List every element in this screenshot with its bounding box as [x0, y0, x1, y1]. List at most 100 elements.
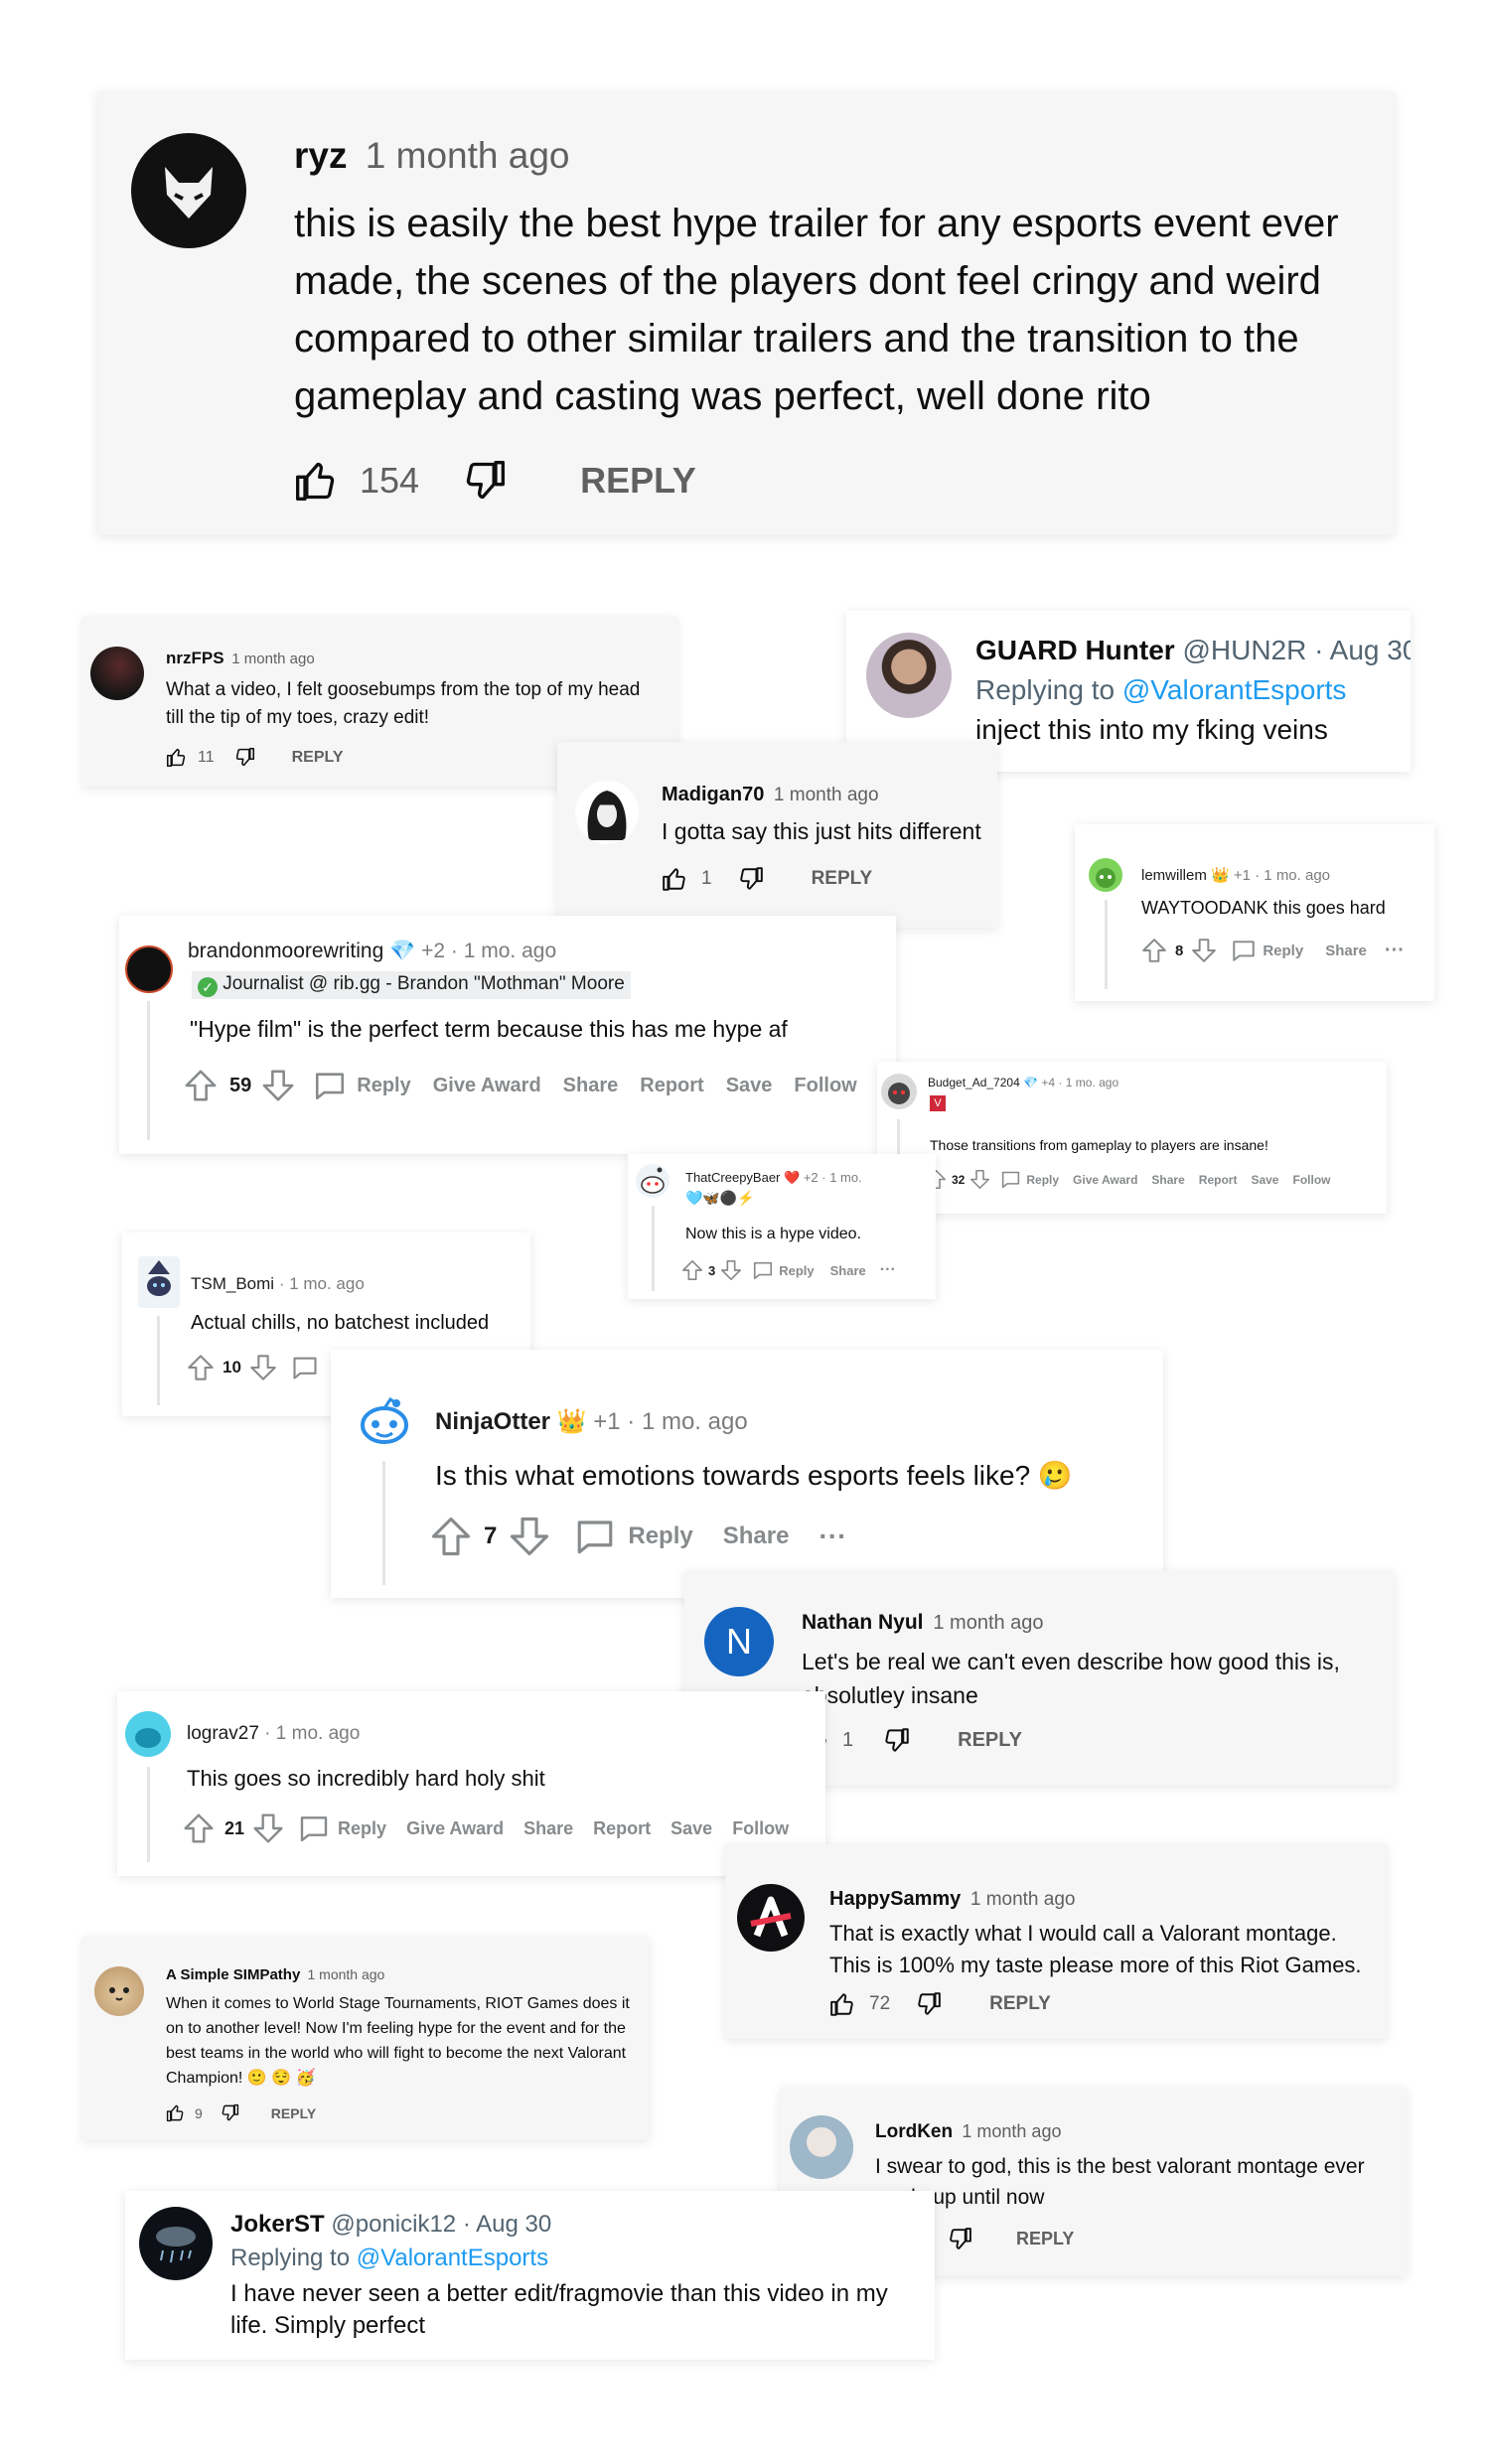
like-icon[interactable]: [662, 866, 687, 892]
timestamp[interactable]: · 1 mo. ago: [279, 1274, 365, 1293]
timestamp[interactable]: · 1 mo. ago: [264, 1723, 360, 1744]
reply-button[interactable]: REPLY: [989, 1993, 1051, 2015]
username[interactable]: nrzFPS: [166, 649, 224, 667]
downvote-icon[interactable]: [1191, 938, 1217, 963]
username[interactable]: ThatCreepyBaer: [685, 1170, 780, 1185]
downvote-icon[interactable]: [720, 1259, 742, 1281]
comment-icon[interactable]: [1231, 938, 1257, 963]
avatar[interactable]: [131, 133, 246, 248]
downvote-icon[interactable]: [252, 1812, 284, 1844]
avatar[interactable]: [790, 2115, 853, 2179]
comment-icon[interactable]: [1000, 1169, 1021, 1190]
share-button[interactable]: Share: [1151, 1173, 1184, 1187]
save-button[interactable]: Save: [726, 1075, 773, 1097]
upvote-icon[interactable]: [430, 1516, 472, 1557]
username[interactable]: A Simple SIMPathy: [166, 1966, 300, 1983]
save-button[interactable]: Save: [1251, 1173, 1278, 1187]
dislike-icon[interactable]: [738, 866, 764, 892]
thread-line[interactable]: [147, 1001, 150, 1140]
follow-button[interactable]: Follow: [794, 1075, 856, 1097]
follow-button[interactable]: Follow: [1292, 1173, 1330, 1187]
timestamp[interactable]: 1 month ago: [774, 785, 879, 805]
timestamp[interactable]: 1 month ago: [962, 2121, 1061, 2141]
handle-and-date[interactable]: @HUN2R · Aug 30: [1182, 635, 1411, 665]
upvote-icon[interactable]: [1141, 938, 1167, 963]
avatar[interactable]: [90, 647, 144, 700]
report-button[interactable]: Report: [640, 1075, 703, 1097]
report-button[interactable]: Report: [593, 1818, 651, 1839]
reply-button[interactable]: REPLY: [271, 2105, 316, 2121]
follow-button[interactable]: Follow: [732, 1818, 789, 1839]
avatar[interactable]: [636, 1164, 670, 1198]
username[interactable]: NinjaOtter: [435, 1408, 550, 1435]
avatar[interactable]: [138, 1256, 180, 1308]
reply-button[interactable]: REPLY: [580, 460, 696, 502]
reply-button[interactable]: Reply: [1026, 1173, 1059, 1187]
avatar[interactable]: [94, 1966, 144, 2016]
downvote-icon[interactable]: [261, 1069, 295, 1102]
give-award-button[interactable]: Give Award: [433, 1075, 541, 1097]
avatar[interactable]: [139, 2207, 213, 2280]
username[interactable]: lograv27: [187, 1723, 259, 1744]
username[interactable]: brandonmoorewriting: [188, 940, 383, 962]
comment-icon[interactable]: [298, 1812, 330, 1844]
share-button[interactable]: Share: [723, 1522, 790, 1550]
avatar[interactable]: [125, 1711, 171, 1757]
avatar[interactable]: [866, 633, 952, 718]
avatar[interactable]: [125, 945, 173, 993]
dislike-icon[interactable]: [916, 1991, 942, 2017]
like-icon[interactable]: [829, 1991, 855, 2017]
username[interactable]: Madigan70: [662, 784, 764, 805]
timestamp[interactable]: 1 month ago: [231, 651, 314, 667]
comment-icon[interactable]: [291, 1354, 319, 1381]
display-name[interactable]: GUARD Hunter: [975, 635, 1175, 665]
timestamp[interactable]: +1 · 1 mo. ago: [1234, 867, 1330, 884]
username[interactable]: Nathan Nyul: [802, 1611, 924, 1634]
upvote-icon[interactable]: [187, 1354, 215, 1381]
upvote-icon[interactable]: [184, 1069, 218, 1102]
dislike-icon[interactable]: [883, 1727, 910, 1754]
reply-button[interactable]: REPLY: [812, 868, 873, 890]
username[interactable]: ryz: [294, 135, 347, 176]
downvote-icon[interactable]: [249, 1354, 277, 1381]
share-button[interactable]: Share: [830, 1263, 866, 1278]
reply-button[interactable]: Reply: [357, 1075, 410, 1097]
thread-line[interactable]: [652, 1206, 655, 1291]
reply-button[interactable]: REPLY: [958, 1729, 1022, 1752]
avatar[interactable]: [357, 1393, 412, 1449]
timestamp[interactable]: +1 · 1 mo. ago: [593, 1408, 747, 1435]
timestamp[interactable]: 1 month ago: [307, 1966, 384, 1982]
username[interactable]: HappySammy: [829, 1888, 961, 1910]
give-award-button[interactable]: Give Award: [406, 1818, 504, 1839]
thread-line[interactable]: [382, 1461, 385, 1585]
timestamp[interactable]: +2 · 1 mo. ago: [421, 940, 556, 962]
timestamp[interactable]: +4 · 1 mo. ago: [1041, 1076, 1118, 1089]
avatar[interactable]: [1089, 858, 1122, 892]
dislike-icon[interactable]: [948, 2227, 972, 2251]
share-button[interactable]: Share: [563, 1075, 619, 1097]
comment-icon[interactable]: [313, 1069, 347, 1102]
reply-button[interactable]: REPLY: [292, 749, 344, 767]
reply-button[interactable]: Reply: [338, 1818, 386, 1839]
more-options-icon[interactable]: ···: [1385, 940, 1405, 962]
give-award-button[interactable]: Give Award: [1073, 1173, 1137, 1187]
reply-button[interactable]: REPLY: [1016, 2229, 1074, 2249]
avatar[interactable]: N: [704, 1607, 774, 1676]
thread-line[interactable]: [1105, 900, 1108, 989]
like-icon[interactable]: [294, 459, 338, 503]
upvote-icon[interactable]: [681, 1259, 703, 1281]
thread-line[interactable]: [147, 1767, 150, 1862]
avatar[interactable]: [881, 1074, 917, 1109]
display-name[interactable]: JokerST: [230, 2211, 325, 2238]
like-icon[interactable]: [166, 2103, 185, 2122]
thread-line[interactable]: [157, 1316, 160, 1405]
comment-icon[interactable]: [752, 1259, 774, 1281]
mention-link[interactable]: @ValorantEsports: [357, 2245, 548, 2271]
username[interactable]: Budget_Ad_7204: [928, 1076, 1020, 1089]
more-options-icon[interactable]: ···: [880, 1261, 896, 1279]
reply-button[interactable]: Reply: [779, 1263, 814, 1278]
reply-button[interactable]: Reply: [628, 1522, 692, 1550]
upvote-icon[interactable]: [183, 1812, 215, 1844]
avatar[interactable]: [575, 781, 639, 844]
report-button[interactable]: Report: [1199, 1173, 1238, 1187]
